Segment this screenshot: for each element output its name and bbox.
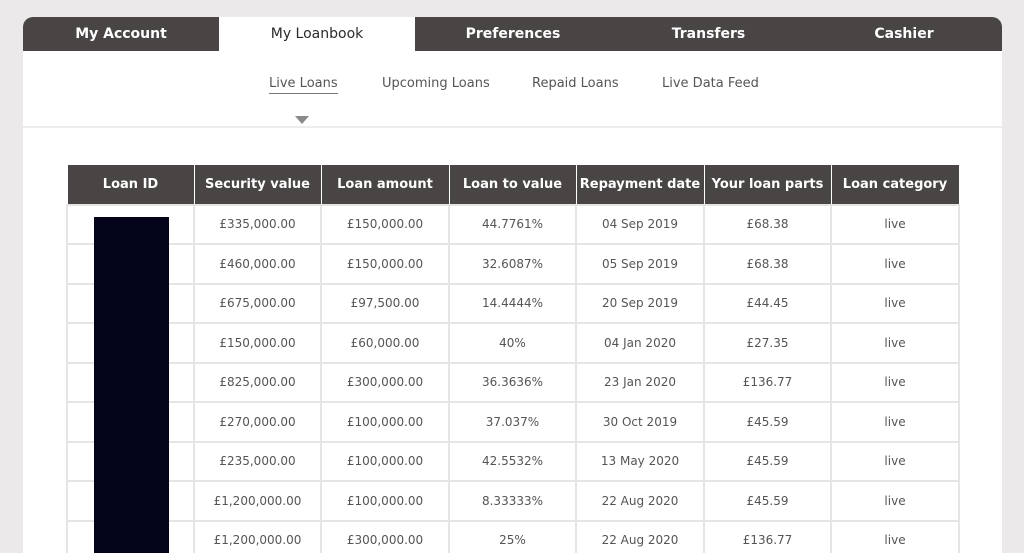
loan-to-value-cell: 36.3636% — [448, 361, 577, 403]
loan-amount-cell: £100,000.00 — [320, 401, 450, 443]
loan-parts-cell: £27.35 — [703, 322, 832, 364]
loan-to-value-cell: 8.33333% — [448, 480, 577, 522]
loan-category-cell: live — [830, 282, 960, 324]
loan-to-value-cell: 25% — [448, 519, 577, 553]
loan-amount-cell: £300,000.00 — [320, 519, 450, 553]
subnav-live-data-feed[interactable]: Live Data Feed — [662, 76, 759, 91]
security-value-cell: £825,000.00 — [193, 361, 322, 403]
loan-to-value-cell: 32.6087% — [448, 243, 577, 285]
table-header-row: Loan ID Security value Loan amount Loan … — [66, 164, 960, 205]
subnav-upcoming-loans[interactable]: Upcoming Loans — [382, 76, 490, 91]
table-row[interactable]: £235,000.00 £100,000.00 42.5532% 13 May 202… — [66, 440, 960, 482]
column-header-loan-id[interactable]: Loan ID — [66, 164, 195, 205]
live-loans-table: Loan ID Security value Loan amount Loan … — [66, 164, 960, 553]
loan-category-cell: live — [830, 440, 960, 482]
column-header-loan-to-value[interactable]: Loan to value — [448, 164, 577, 205]
loan-amount-cell: £100,000.00 — [320, 440, 450, 482]
active-subnav-caret-icon — [295, 116, 309, 124]
column-header-security-value[interactable]: Security value — [193, 164, 322, 205]
loan-to-value-cell: 37.037% — [448, 401, 577, 443]
loan-to-value-cell: 44.7761% — [448, 203, 577, 245]
security-value-cell: £460,000.00 — [193, 243, 322, 285]
loan-category-cell: live — [830, 322, 960, 364]
column-header-loan-amount[interactable]: Loan amount — [320, 164, 450, 205]
table-body: £335,000.00 £150,000.00 44.7761% 04 Sep 201… — [66, 203, 960, 553]
repayment-date-cell: 22 Aug 2020 — [575, 480, 705, 522]
tab-transfers[interactable]: Transfers — [611, 17, 806, 51]
loan-category-cell: live — [830, 361, 960, 403]
table-row[interactable]: £825,000.00 £300,000.00 36.3636% 23 Jan 202… — [66, 361, 960, 403]
loanbook-subnav: Live Loans Upcoming Loans Repaid Loans L… — [23, 51, 1002, 128]
security-value-cell: £675,000.00 — [193, 282, 322, 324]
repayment-date-cell: 23 Jan 2020 — [575, 361, 705, 403]
main-tab-bar: My Account My Loanbook Preferences Trans… — [23, 17, 1002, 51]
table-row[interactable]: £150,000.00 £60,000.00 40% 04 Jan 2020 £27.3… — [66, 322, 960, 364]
column-header-your-loan-parts[interactable]: Your loan parts — [703, 164, 832, 205]
security-value-cell: £235,000.00 — [193, 440, 322, 482]
loan-amount-cell: £97,500.00 — [320, 282, 450, 324]
loan-amount-cell: £100,000.00 — [320, 480, 450, 522]
loan-parts-cell: £68.38 — [703, 203, 832, 245]
tab-cashier[interactable]: Cashier — [806, 17, 1002, 51]
loanbook-panel: My Account My Loanbook Preferences Trans… — [23, 17, 1002, 553]
repayment-date-cell: 20 Sep 2019 — [575, 282, 705, 324]
security-value-cell: £270,000.00 — [193, 401, 322, 443]
repayment-date-cell: 04 Jan 2020 — [575, 322, 705, 364]
loan-category-cell: live — [830, 519, 960, 553]
loan-category-cell: live — [830, 401, 960, 443]
loan-parts-cell: £45.59 — [703, 401, 832, 443]
table-row[interactable]: £1,200,000.00 £300,000.00 25% 22 Aug 2020 £1… — [66, 519, 960, 553]
repayment-date-cell: 22 Aug 2020 — [575, 519, 705, 553]
loan-parts-cell: £45.59 — [703, 440, 832, 482]
loan-parts-cell: £68.38 — [703, 243, 832, 285]
loan-to-value-cell: 40% — [448, 322, 577, 364]
table-row[interactable]: £270,000.00 £100,000.00 37.037% 30 Oct 2019… — [66, 401, 960, 443]
tab-my-loanbook[interactable]: My Loanbook — [219, 17, 415, 51]
security-value-cell: £150,000.00 — [193, 322, 322, 364]
column-header-loan-category[interactable]: Loan category — [830, 164, 960, 205]
repayment-date-cell: 30 Oct 2019 — [575, 401, 705, 443]
loan-parts-cell: £136.77 — [703, 519, 832, 553]
redacted-loan-ids — [94, 217, 169, 553]
loan-to-value-cell: 14.4444% — [448, 282, 577, 324]
loan-category-cell: live — [830, 243, 960, 285]
loan-parts-cell: £45.59 — [703, 480, 832, 522]
security-value-cell: £1,200,000.00 — [193, 519, 322, 553]
loan-amount-cell: £60,000.00 — [320, 322, 450, 364]
loan-to-value-cell: 42.5532% — [448, 440, 577, 482]
tab-preferences[interactable]: Preferences — [415, 17, 611, 51]
loan-parts-cell: £44.45 — [703, 282, 832, 324]
loan-category-cell: live — [830, 480, 960, 522]
subnav-live-loans[interactable]: Live Loans — [269, 76, 338, 94]
loan-amount-cell: £300,000.00 — [320, 361, 450, 403]
table-row[interactable]: £335,000.00 £150,000.00 44.7761% 04 Sep 201… — [66, 203, 960, 245]
security-value-cell: £1,200,000.00 — [193, 480, 322, 522]
loan-amount-cell: £150,000.00 — [320, 203, 450, 245]
repayment-date-cell: 05 Sep 2019 — [575, 243, 705, 285]
loan-category-cell: live — [830, 203, 960, 245]
loan-amount-cell: £150,000.00 — [320, 243, 450, 285]
column-header-repayment-date[interactable]: Repayment date — [575, 164, 705, 205]
table-row[interactable]: £460,000.00 £150,000.00 32.6087% 05 Sep 201… — [66, 243, 960, 285]
table-row[interactable]: £1,200,000.00 £100,000.00 8.33333% 22 Aug 2… — [66, 480, 960, 522]
repayment-date-cell: 04 Sep 2019 — [575, 203, 705, 245]
subnav-repaid-loans[interactable]: Repaid Loans — [532, 76, 619, 91]
loan-parts-cell: £136.77 — [703, 361, 832, 403]
tab-my-account[interactable]: My Account — [23, 17, 219, 51]
repayment-date-cell: 13 May 2020 — [575, 440, 705, 482]
security-value-cell: £335,000.00 — [193, 203, 322, 245]
table-row[interactable]: £675,000.00 £97,500.00 14.4444% 20 Sep 2019… — [66, 282, 960, 324]
